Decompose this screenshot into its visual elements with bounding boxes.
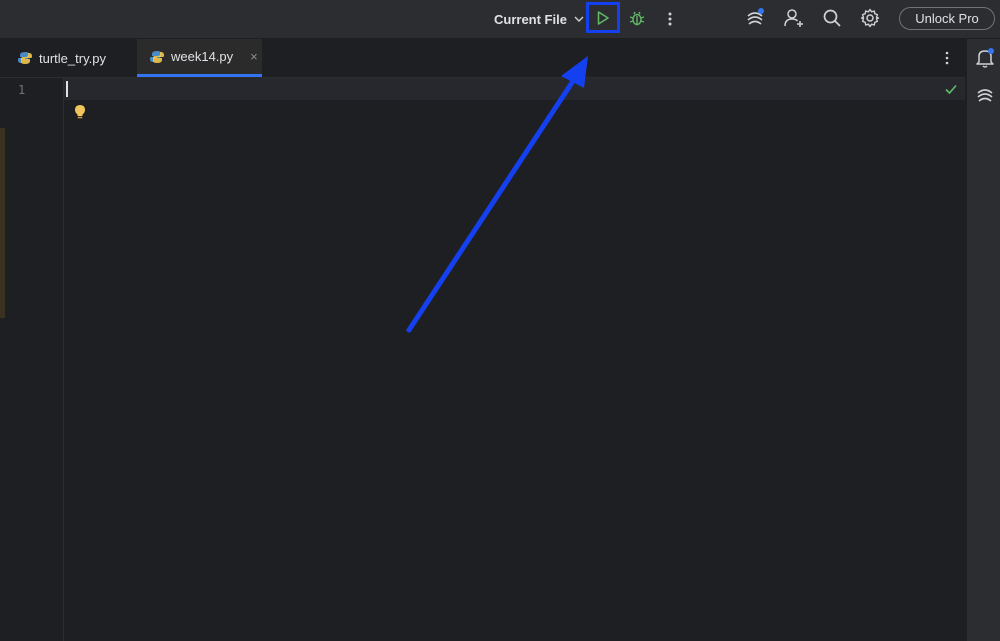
run-icon — [597, 10, 609, 25]
more-vertical-icon — [668, 12, 672, 26]
editor-gutter: 1 — [0, 78, 64, 641]
settings-button[interactable] — [858, 6, 882, 30]
tab-actions-button[interactable] — [939, 49, 955, 67]
add-user-icon — [784, 9, 803, 27]
gear-icon — [860, 8, 880, 28]
notifications-button[interactable] — [975, 47, 995, 69]
code-editor[interactable] — [64, 78, 965, 641]
debug-bug-icon — [629, 11, 645, 26]
tab-week14[interactable]: week14.py × — [137, 39, 262, 77]
checkmark-icon — [945, 84, 957, 95]
more-actions-button[interactable] — [662, 7, 678, 31]
tab-label: turtle_try.py — [39, 50, 106, 66]
tab-label: week14.py — [171, 49, 234, 64]
chevron-down-icon — [574, 16, 584, 22]
unlock-pro-button[interactable]: Unlock Pro — [899, 7, 995, 30]
ai-assistant-button[interactable] — [743, 6, 767, 30]
more-vertical-icon — [945, 51, 949, 65]
ai-assistant-icon — [747, 8, 764, 25]
debug-button[interactable] — [626, 6, 648, 30]
search-icon — [823, 9, 841, 27]
bell-icon — [976, 48, 994, 68]
ai-assistant-tool-button[interactable] — [975, 85, 995, 107]
run-configuration-selector[interactable]: Current File — [494, 10, 585, 28]
python-file-icon — [18, 52, 32, 64]
close-icon[interactable]: × — [250, 49, 258, 64]
ai-assistant-icon — [977, 89, 993, 102]
editor-tab-bar: turtle_try.py week14.py × — [0, 39, 965, 78]
run-config-label: Current File — [494, 11, 567, 27]
right-tool-strip — [966, 39, 1000, 641]
text-caret — [66, 81, 68, 97]
tab-turtle-try[interactable]: turtle_try.py — [0, 39, 137, 77]
lightbulb-icon[interactable] — [73, 104, 87, 120]
python-file-icon — [150, 50, 164, 63]
code-with-me-button[interactable] — [782, 6, 806, 30]
current-line-highlight — [64, 78, 965, 100]
run-button[interactable] — [586, 2, 620, 33]
gutter-marker-strip — [0, 128, 5, 318]
line-number: 1 — [18, 83, 26, 97]
search-button[interactable] — [820, 6, 844, 30]
title-bar: Current File Unlock Pro — [0, 0, 1000, 39]
